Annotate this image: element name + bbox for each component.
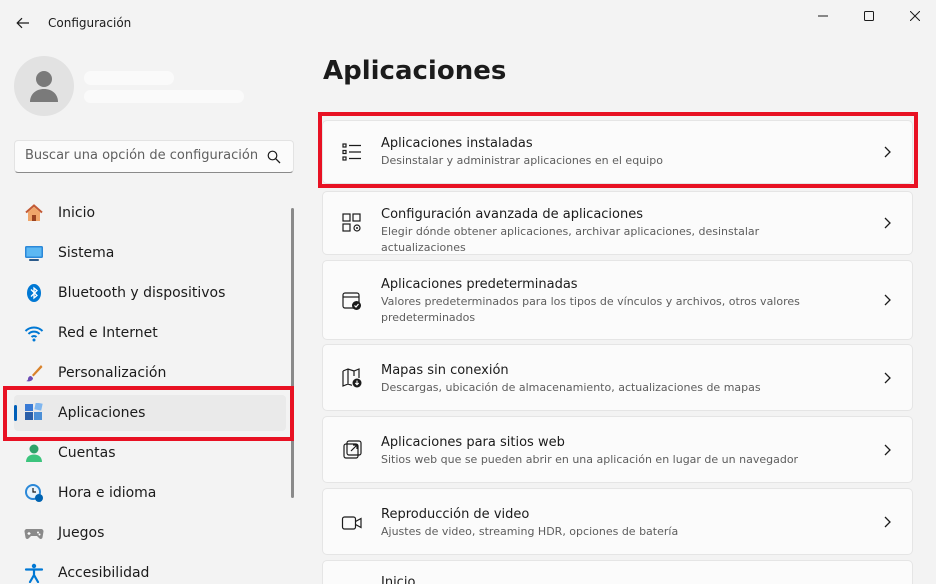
sidebar-scrollbar[interactable] [291, 208, 294, 498]
person-icon [26, 444, 42, 462]
card-reproduccion-video[interactable]: Reproducción de video Ajustes de video, … [322, 488, 913, 555]
card-title: Reproducción de video [381, 507, 530, 522]
profile-email-placeholder [84, 90, 244, 103]
sidebar-item-accesibilidad[interactable]: Accesibilidad [14, 555, 286, 584]
sidebar-item-label: Sistema [58, 245, 115, 261]
sidebar-item-label: Hora e idioma [58, 485, 157, 501]
search-icon[interactable] [267, 150, 281, 164]
card-title: Configuración avanzada de aplicaciones [381, 207, 644, 222]
card-title: Inicio [381, 575, 416, 584]
user-silhouette-icon [30, 71, 58, 102]
close-icon [910, 11, 920, 21]
search-input[interactable] [25, 148, 265, 163]
card-description: Ajustes de video, streaming HDR, opcione… [381, 525, 679, 538]
title-bar: Configuración [0, 0, 936, 48]
minimize-icon [818, 15, 828, 17]
bluetooth-icon [27, 284, 41, 302]
sidebar-item-bluetooth[interactable]: Bluetooth y dispositivos [14, 275, 286, 311]
card-inicio[interactable]: Inicio [322, 560, 913, 584]
monitor-icon [25, 246, 43, 261]
brush-icon [26, 365, 43, 382]
minimize-button[interactable] [800, 0, 846, 32]
card-title: Mapas sin conexión [381, 363, 509, 378]
sidebar-item-inicio[interactable]: Inicio [14, 195, 286, 231]
maximize-icon [864, 11, 874, 21]
highlight-box-sidebar [3, 386, 294, 441]
avatar[interactable] [14, 56, 74, 116]
open-external-icon [343, 440, 362, 459]
search-box[interactable] [14, 140, 294, 173]
sidebar-item-label: Cuentas [58, 445, 116, 461]
gamepad-icon [24, 529, 44, 540]
home-icon [25, 204, 43, 221]
sidebar-item-label: Juegos [58, 525, 105, 541]
card-title: Aplicaciones predeterminadas [381, 277, 578, 292]
card-description: Descargas, ubicación de almacenamiento, … [381, 381, 761, 394]
back-arrow-icon [16, 17, 29, 29]
sidebar-item-hora[interactable]: Hora e idioma [14, 475, 286, 511]
sidebar-item-label: Red e Internet [58, 325, 158, 341]
wifi-icon [24, 326, 44, 342]
chevron-right-icon [884, 294, 891, 306]
card-description: Elegir dónde obtener aplicaciones, archi… [381, 225, 760, 254]
accessibility-icon [24, 563, 44, 583]
card-description: Valores predeterminados para los tipos d… [381, 295, 800, 324]
maximize-button[interactable] [846, 0, 892, 32]
sidebar-item-label: Accesibilidad [58, 565, 150, 581]
sidebar-item-sistema[interactable]: Sistema [14, 235, 286, 271]
highlight-box-card [318, 112, 918, 188]
card-description: Sitios web que se pueden abrir en una ap… [381, 453, 799, 466]
close-button[interactable] [892, 0, 936, 32]
profile-name-placeholder [84, 71, 174, 85]
card-configuracion-avanzada[interactable]: Configuración avanzada de aplicaciones E… [322, 191, 913, 255]
chevron-right-icon [884, 516, 891, 528]
sidebar-item-juegos[interactable]: Juegos [14, 515, 286, 551]
chevron-right-icon [884, 444, 891, 456]
clock-globe-icon [25, 484, 43, 502]
sidebar-item-label: Bluetooth y dispositivos [58, 285, 226, 301]
card-aplicaciones-sitios-web[interactable]: Aplicaciones para sitios web Sitios web … [322, 416, 913, 483]
app-title: Configuración [48, 16, 132, 30]
offline-map-icon [342, 368, 362, 388]
card-aplicaciones-predeterminadas[interactable]: Aplicaciones predeterminadas Valores pre… [322, 260, 913, 340]
page-title: Aplicaciones [323, 56, 507, 86]
chevron-right-icon [884, 372, 891, 384]
video-camera-icon [341, 516, 362, 530]
default-apps-icon [342, 292, 361, 310]
sidebar-item-label: Personalización [58, 365, 167, 381]
card-mapas-sin-conexion[interactable]: Mapas sin conexión Descargas, ubicación … [322, 344, 913, 411]
sidebar-item-red[interactable]: Red e Internet [14, 315, 286, 351]
apps-gear-icon [342, 213, 361, 232]
card-title: Aplicaciones para sitios web [381, 435, 565, 450]
chevron-right-icon [884, 217, 891, 229]
back-button[interactable] [12, 12, 34, 34]
sidebar-item-label: Inicio [58, 205, 96, 221]
